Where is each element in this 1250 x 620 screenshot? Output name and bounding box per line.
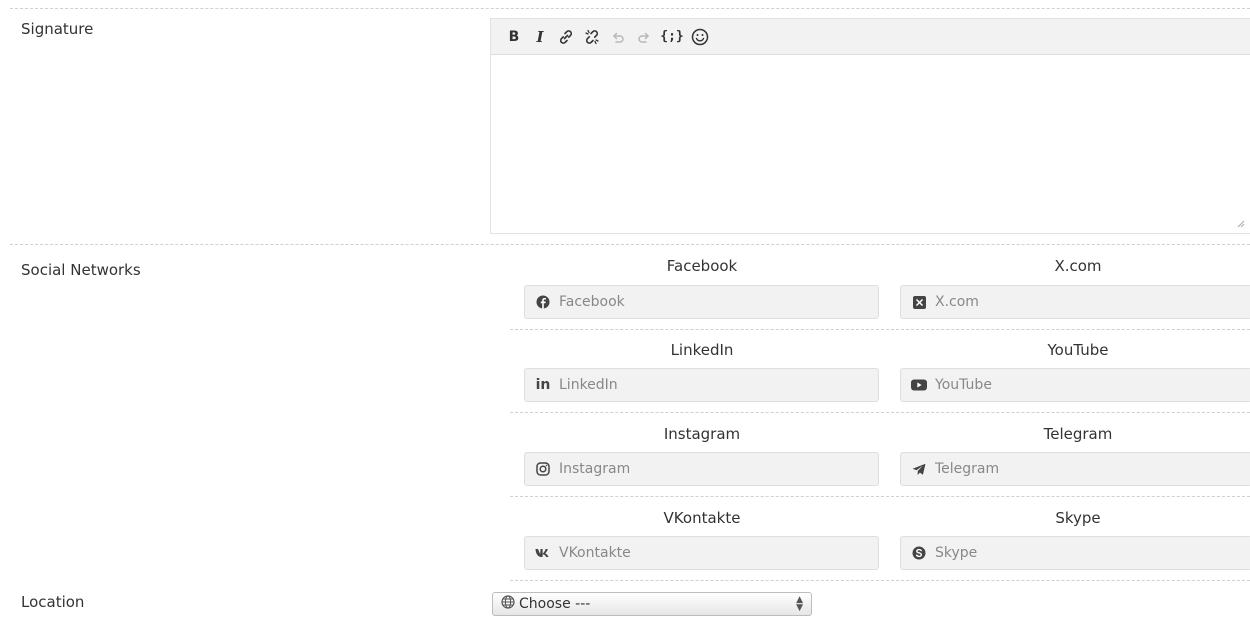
italic-icon: I [536, 27, 544, 46]
telegram-input[interactable]: Telegram [900, 452, 1250, 486]
linkedin-title: LinkedIn [670, 341, 734, 359]
facebook-input[interactable]: Facebook [524, 285, 879, 319]
code-icon: {;} [660, 29, 684, 44]
top-divider [10, 8, 1250, 9]
bold-icon: B [508, 28, 520, 45]
signature-textarea[interactable] [491, 55, 1250, 233]
youtube-title: YouTube [1047, 341, 1109, 359]
divider [510, 412, 1250, 413]
bold-button[interactable]: B [503, 26, 525, 48]
link-button[interactable] [555, 26, 577, 48]
undo-icon [613, 32, 624, 43]
vkontakte-placeholder: VKontakte [559, 545, 631, 561]
unlink-icon [585, 29, 599, 44]
telegram-title: Telegram [1043, 425, 1113, 443]
code-button[interactable]: {;} [659, 26, 685, 48]
redo-button[interactable] [633, 26, 655, 48]
x-icon [911, 294, 927, 310]
facebook-icon [535, 294, 551, 310]
signature-editor: B I {;} [490, 18, 1250, 234]
vkontakte-title: VKontakte [663, 509, 741, 527]
undo-button[interactable] [607, 26, 629, 48]
signature-label: Signature [21, 20, 94, 38]
x-placeholder: X.com [935, 294, 979, 310]
x-title: X.com [1054, 257, 1102, 275]
instagram-icon [535, 461, 551, 477]
skype-input[interactable]: Skype [900, 536, 1250, 570]
emoji-icon [691, 28, 709, 45]
social-networks-label: Social Networks [21, 261, 141, 279]
linkedin-placeholder: LinkedIn [559, 377, 618, 393]
emoji-button[interactable] [689, 26, 711, 48]
linkedin-input[interactable]: in LinkedIn [524, 368, 879, 402]
italic-button[interactable]: I [529, 26, 551, 48]
x-input[interactable]: X.com [900, 285, 1250, 319]
unlink-button[interactable] [581, 26, 603, 48]
youtube-placeholder: YouTube [935, 377, 992, 393]
location-selected-value: Choose --- [519, 596, 591, 612]
telegram-placeholder: Telegram [935, 461, 1000, 477]
select-arrows-icon: ▲ ▼ [796, 595, 803, 613]
telegram-icon [911, 461, 927, 477]
skype-placeholder: Skype [935, 545, 978, 561]
youtube-icon [911, 377, 927, 393]
link-icon [559, 29, 573, 44]
instagram-title: Instagram [663, 425, 741, 443]
instagram-input[interactable]: Instagram [524, 452, 879, 486]
divider [510, 580, 1250, 581]
resize-handle-icon[interactable] [1237, 220, 1245, 228]
globe-icon [501, 595, 515, 613]
location-label: Location [21, 593, 85, 611]
divider [510, 496, 1250, 497]
facebook-title: Facebook [666, 257, 738, 275]
vkontakte-input[interactable]: VKontakte [524, 536, 879, 570]
location-select[interactable]: Choose --- ▲ ▼ [492, 592, 812, 616]
facebook-placeholder: Facebook [559, 294, 625, 310]
divider [510, 329, 1250, 330]
instagram-placeholder: Instagram [559, 461, 631, 477]
skype-title: Skype [1055, 509, 1101, 527]
linkedin-icon: in [535, 377, 551, 393]
vk-icon [535, 545, 551, 561]
divider [10, 244, 1250, 245]
editor-toolbar: B I {;} [491, 19, 1250, 55]
skype-icon [911, 545, 927, 561]
redo-icon [638, 32, 649, 43]
youtube-input[interactable]: YouTube [900, 368, 1250, 402]
